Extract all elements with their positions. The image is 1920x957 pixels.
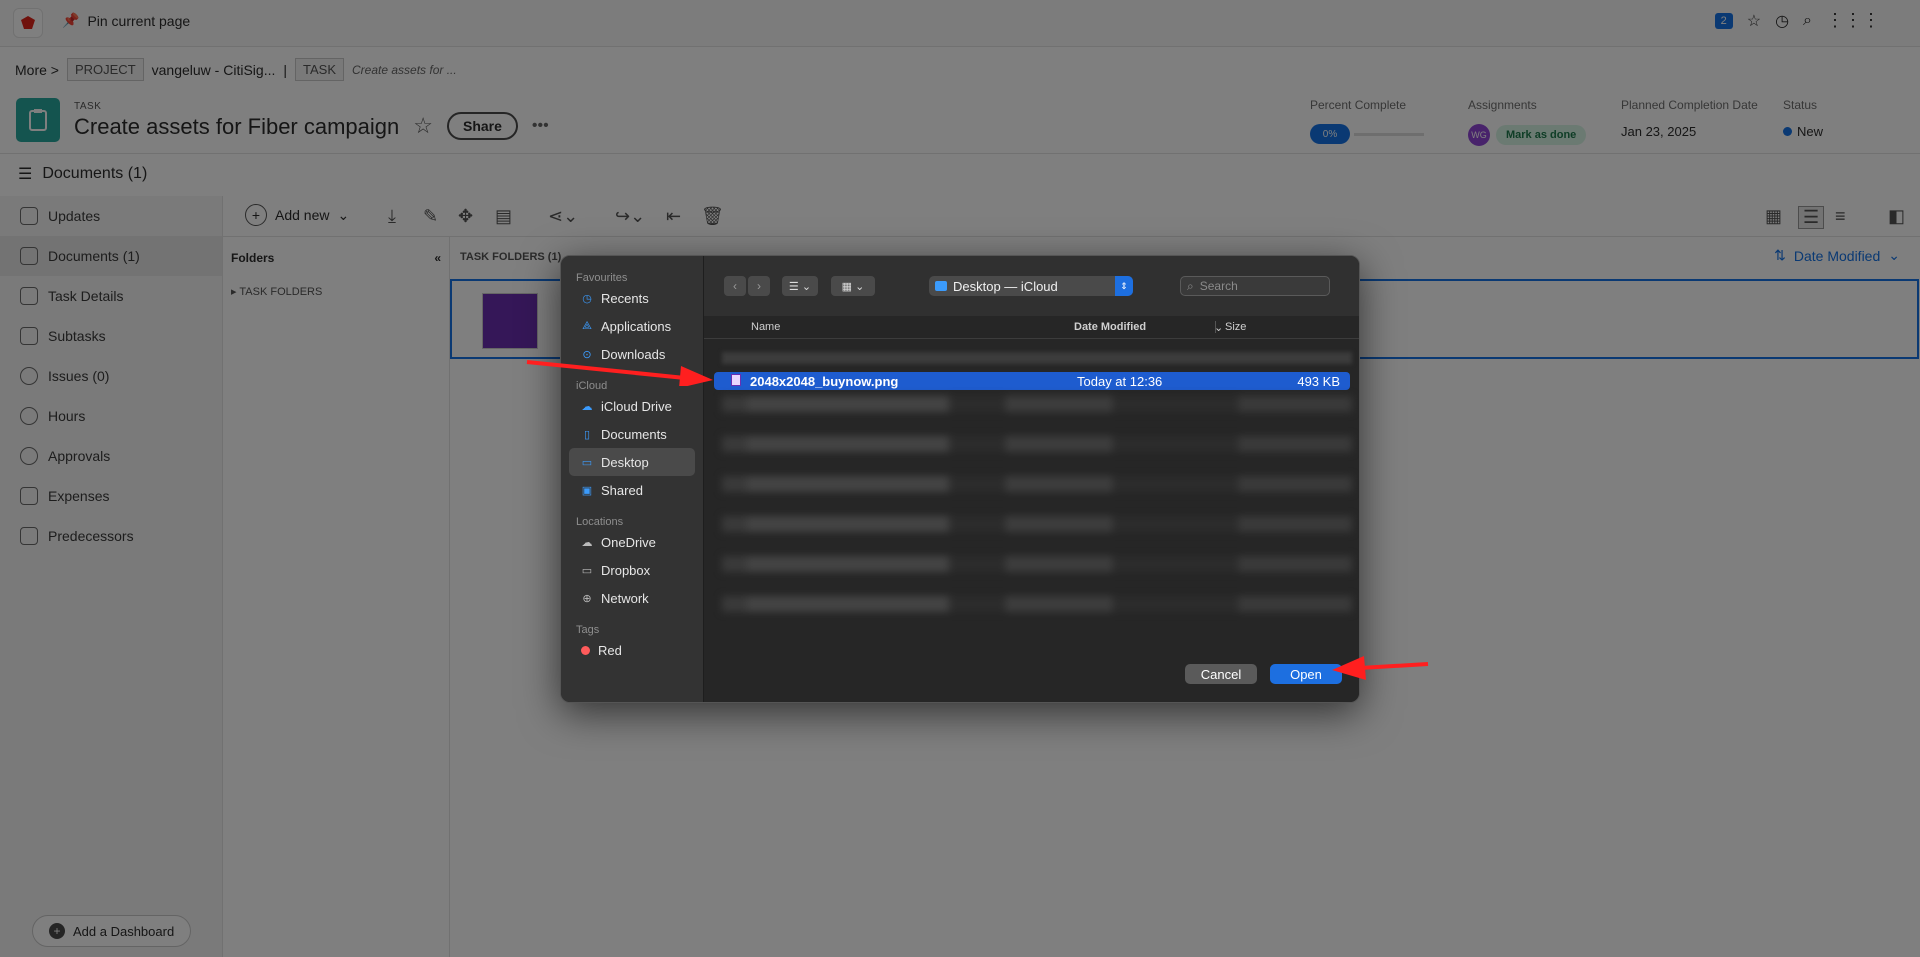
document-icon: ▯ bbox=[583, 428, 591, 441]
sidebar-item-tag-red[interactable]: Red bbox=[561, 636, 703, 664]
sidebar-item-shared[interactable]: ▣ Shared bbox=[561, 476, 703, 504]
sidebar-label: Desktop bbox=[601, 454, 649, 470]
sidebar-item-onedrive[interactable]: ☁ OneDrive bbox=[561, 528, 703, 556]
applications-icon: ⟁ bbox=[582, 319, 592, 332]
file-open-dialog: Favourites ◷ Recents ⟁ Applications ⊙ Downl… bbox=[560, 255, 1360, 703]
folder-icon: ▭ bbox=[581, 564, 593, 577]
sidebar-label: Red bbox=[598, 642, 622, 658]
chevron-updown-icon: ⇕ bbox=[1115, 276, 1133, 296]
red-tag-dot-icon bbox=[581, 645, 590, 655]
cancel-button[interactable]: Cancel bbox=[1185, 664, 1257, 684]
sidebar-item-desktop[interactable]: ▭ Desktop bbox=[569, 448, 695, 476]
list-view-button[interactable]: ☰ ⌄ bbox=[782, 276, 818, 296]
sidebar-item-recents[interactable]: ◷ Recents bbox=[561, 284, 703, 312]
search-input[interactable]: ⌕ Search bbox=[1180, 276, 1330, 296]
location-label: Desktop — iCloud bbox=[953, 278, 1058, 294]
favourites-section-label: Favourites bbox=[576, 272, 628, 284]
sidebar-label: Applications bbox=[601, 318, 672, 334]
file-row-selected[interactable]: 2048x2048_buynow.png Today at 12:36 493 … bbox=[714, 372, 1350, 390]
file-name: 2048x2048_buynow.png bbox=[750, 374, 899, 389]
column-divider bbox=[1215, 321, 1216, 333]
folder-icon bbox=[935, 281, 947, 291]
globe-icon: ⊕ bbox=[582, 592, 592, 605]
sidebar-item-applications[interactable]: ⟁ Applications bbox=[561, 312, 703, 340]
blurred-row bbox=[722, 396, 1352, 412]
sidebar-item-dropbox[interactable]: ▭ Dropbox bbox=[561, 556, 703, 584]
file-size: 493 KB bbox=[1297, 374, 1340, 389]
location-select[interactable]: Desktop — iCloud ⇕ bbox=[929, 276, 1133, 296]
cloud-icon: ☁ bbox=[581, 400, 593, 413]
dialog-toolbar: ‹ › ☰ ⌄ ▦ ⌄ Desktop — iCloud ⇕ ⌕ Search bbox=[704, 256, 1359, 316]
shared-folder-icon: ▣ bbox=[581, 484, 593, 497]
png-file-icon bbox=[731, 374, 741, 386]
annotation-arrow-open bbox=[1332, 656, 1429, 680]
group-view-button[interactable]: ▦ ⌄ bbox=[831, 276, 875, 296]
forward-button[interactable]: › bbox=[748, 276, 770, 296]
column-name[interactable]: Name bbox=[751, 321, 780, 333]
blurred-row bbox=[722, 596, 1352, 612]
clock-icon: ◷ bbox=[582, 292, 592, 305]
sidebar-label: Network bbox=[601, 590, 649, 606]
column-header: Name Date Modified ⌄ Size bbox=[704, 316, 1359, 339]
blurred-file-row bbox=[722, 352, 1352, 364]
blurred-file-list bbox=[722, 396, 1352, 646]
sidebar-item-icloud-drive[interactable]: ☁ iCloud Drive bbox=[561, 392, 703, 420]
cloud-icon: ☁ bbox=[581, 536, 593, 549]
blurred-row bbox=[722, 556, 1352, 572]
tags-section-label: Tags bbox=[576, 624, 600, 636]
sidebar-item-documents[interactable]: ▯ Documents bbox=[561, 420, 703, 448]
annotation-arrow-file bbox=[526, 360, 713, 386]
desktop-icon: ▭ bbox=[581, 456, 593, 469]
sidebar-label: Shared bbox=[601, 482, 643, 498]
blurred-row bbox=[722, 516, 1352, 532]
sidebar-label: iCloud Drive bbox=[601, 398, 672, 414]
sidebar-label: Recents bbox=[601, 290, 649, 306]
sidebar-label: Documents bbox=[601, 426, 667, 442]
sidebar-label: Dropbox bbox=[601, 562, 651, 578]
column-size[interactable]: Size bbox=[1225, 321, 1246, 333]
blurred-row bbox=[722, 476, 1352, 492]
file-date: Today at 12:36 bbox=[1077, 374, 1163, 389]
locations-section-label: Locations bbox=[576, 516, 624, 528]
search-icon: ⌕ bbox=[1187, 278, 1194, 293]
blurred-row bbox=[722, 436, 1352, 452]
dialog-file-browser: ‹ › ☰ ⌄ ▦ ⌄ Desktop — iCloud ⇕ ⌕ Search … bbox=[704, 256, 1359, 702]
column-date-modified[interactable]: Date Modified bbox=[1074, 321, 1146, 333]
sidebar-item-network[interactable]: ⊕ Network bbox=[561, 584, 703, 612]
sidebar-label: OneDrive bbox=[601, 534, 656, 550]
back-button[interactable]: ‹ bbox=[724, 276, 746, 296]
dialog-sidebar: Favourites ◷ Recents ⟁ Applications ⊙ Downl… bbox=[561, 256, 704, 702]
search-placeholder: Search bbox=[1199, 279, 1238, 293]
